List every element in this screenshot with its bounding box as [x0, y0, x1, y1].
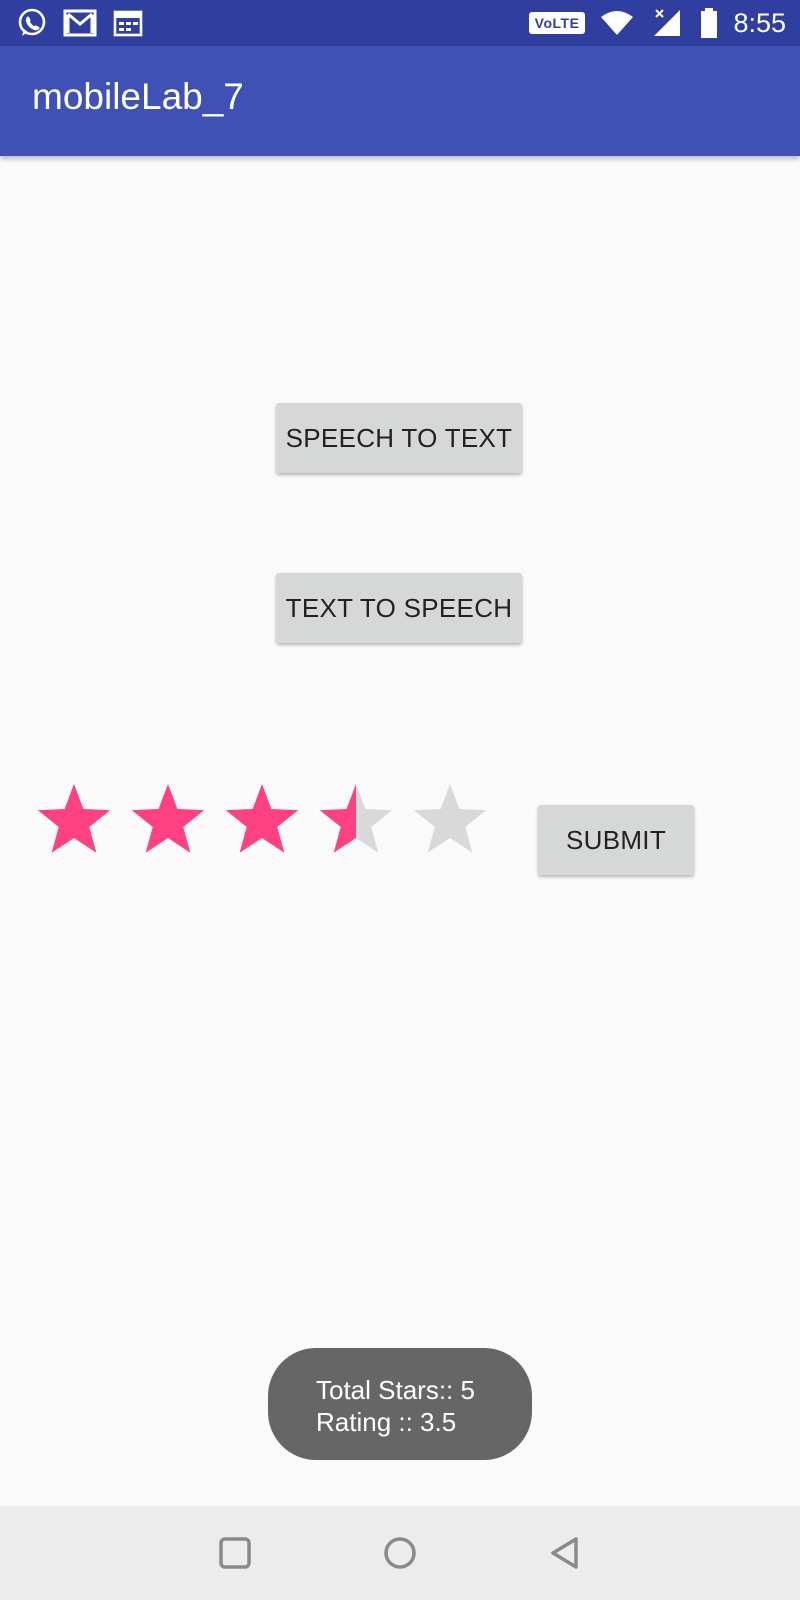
battery-icon: [699, 5, 719, 41]
app-title: mobileLab_7: [32, 76, 244, 117]
status-bar: VoLTE 8:55: [0, 0, 800, 46]
signal-icon: [649, 5, 685, 41]
volte-badge: VoLTE: [528, 12, 586, 34]
wifi-icon: [599, 5, 635, 41]
calendar-icon: [110, 5, 146, 41]
app-bar: mobileLab_7: [0, 46, 800, 156]
back-icon[interactable]: [542, 1530, 588, 1576]
toast-message: Total Stars:: 5 Rating :: 3.5: [268, 1348, 532, 1460]
toast-total-stars: Total Stars:: 5: [316, 1375, 475, 1405]
submit-button[interactable]: SUBMIT: [538, 805, 694, 875]
navigation-bar: [0, 1506, 800, 1600]
gmail-icon: [62, 5, 98, 41]
speech-to-text-button[interactable]: SPEECH TO TEXT: [276, 403, 522, 473]
system-icons: VoLTE 8:55: [528, 5, 786, 41]
whatsapp-icon: [14, 5, 50, 41]
rating-bar[interactable]: [34, 780, 490, 860]
text-to-speech-button[interactable]: TEXT TO SPEECH: [276, 573, 522, 643]
rating-star-3[interactable]: [222, 780, 302, 860]
rating-star-1[interactable]: [34, 780, 114, 860]
rating-star-4[interactable]: [316, 780, 396, 860]
toast-rating: Rating :: 3.5: [316, 1407, 457, 1437]
notification-icons: [14, 5, 146, 41]
recents-icon[interactable]: [212, 1530, 258, 1576]
rating-star-5[interactable]: [410, 780, 490, 860]
home-icon[interactable]: [377, 1530, 423, 1576]
clock: 8:55: [733, 7, 786, 38]
rating-star-2[interactable]: [128, 780, 208, 860]
